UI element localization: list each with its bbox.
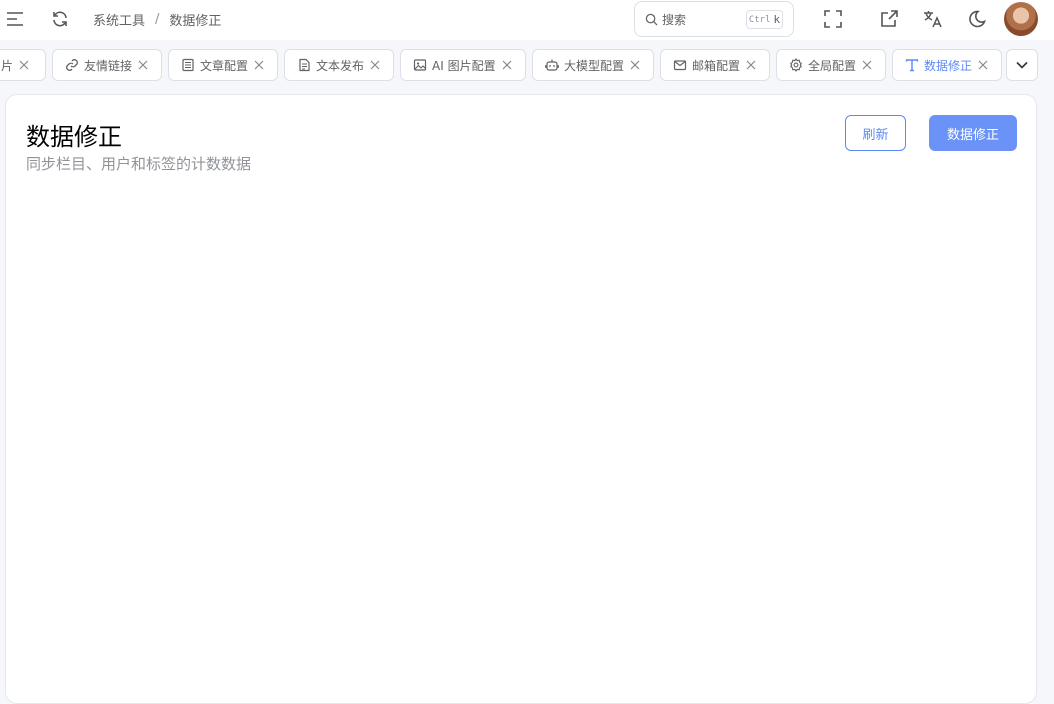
refresh-icon[interactable] <box>49 8 71 30</box>
tab-label: 文章配置 <box>200 58 249 73</box>
main-card: 数据修正 同步栏目、用户和标签的计数数据 刷新 数据修正 <box>5 94 1037 704</box>
tab-label: 邮箱配置 <box>692 58 741 73</box>
menu-toggle-icon[interactable] <box>4 8 26 30</box>
close-icon[interactable] <box>370 60 380 70</box>
user-avatar[interactable] <box>1004 2 1038 36</box>
close-icon[interactable] <box>502 60 512 70</box>
tab-label: 大模型配置 <box>564 58 625 73</box>
search-label: 搜索 <box>662 12 687 27</box>
search-shortcut: Ctrl k <box>746 10 783 29</box>
robot-icon <box>545 58 559 72</box>
mail-icon <box>673 58 687 72</box>
chevron-down-icon <box>1016 61 1028 69</box>
close-icon[interactable] <box>978 60 988 70</box>
close-icon[interactable] <box>746 60 756 70</box>
tab-label: 数据修正 <box>924 58 973 73</box>
tab-mail-config[interactable]: 邮箱配置 <box>660 49 770 81</box>
tab-label: 全局配置 <box>808 58 857 73</box>
search-box[interactable]: 搜索 Ctrl k <box>634 1 794 37</box>
tab-text-publish[interactable]: 文本发布 <box>284 49 394 81</box>
tab-label: 文本发布 <box>316 58 365 73</box>
fullscreen-icon[interactable] <box>822 8 844 30</box>
close-icon[interactable] <box>138 60 148 70</box>
gear-icon <box>789 58 803 72</box>
tab-friend-links[interactable]: 友情链接 <box>52 49 162 81</box>
tab-llm-config[interactable]: 大模型配置 <box>532 49 654 81</box>
article-icon <box>181 58 195 72</box>
external-link-icon[interactable] <box>878 8 900 30</box>
tab-label: 友情链接 <box>84 58 133 73</box>
breadcrumb: 系统工具 / 数据修正 <box>93 10 222 29</box>
data-fix-button[interactable]: 数据修正 <box>929 115 1017 151</box>
tabs-more-button[interactable] <box>1006 49 1038 81</box>
image-icon <box>413 58 427 72</box>
link-icon <box>65 58 79 72</box>
tab-article-config[interactable]: 文章配置 <box>168 49 278 81</box>
document-icon <box>297 58 311 72</box>
tab-global-config[interactable]: 全局配置 <box>776 49 886 81</box>
tab-image[interactable]: 片 <box>0 49 46 81</box>
breadcrumb-parent[interactable]: 系统工具 <box>93 10 145 29</box>
page-subtitle: 同步栏目、用户和标签的计数数据 <box>26 155 252 173</box>
tab-data-fix[interactable]: 数据修正 <box>892 49 1002 81</box>
page-title: 数据修正 <box>26 123 122 151</box>
close-icon[interactable] <box>862 60 872 70</box>
breadcrumb-current: 数据修正 <box>169 13 222 29</box>
close-icon[interactable] <box>254 60 264 70</box>
close-icon[interactable] <box>630 60 640 70</box>
tab-ai-image-config[interactable]: AI 图片配置 <box>400 49 526 81</box>
tabs-bar: 片 友情链接 文章配置 文本发布 AI 图片配置 大模型配置 邮箱配置 全局配置… <box>0 48 1054 82</box>
search-icon <box>645 13 658 26</box>
breadcrumb-separator: / <box>155 11 160 27</box>
top-header: 系统工具 / 数据修正 搜索 Ctrl k <box>0 0 1054 40</box>
translate-icon[interactable] <box>922 8 944 30</box>
refresh-button[interactable]: 刷新 <box>845 115 906 151</box>
tab-label: 片 <box>1 58 14 73</box>
tab-label: AI 图片配置 <box>432 58 496 73</box>
dark-mode-moon-icon[interactable] <box>966 8 988 30</box>
text-type-icon <box>905 58 919 72</box>
close-icon[interactable] <box>19 60 29 70</box>
